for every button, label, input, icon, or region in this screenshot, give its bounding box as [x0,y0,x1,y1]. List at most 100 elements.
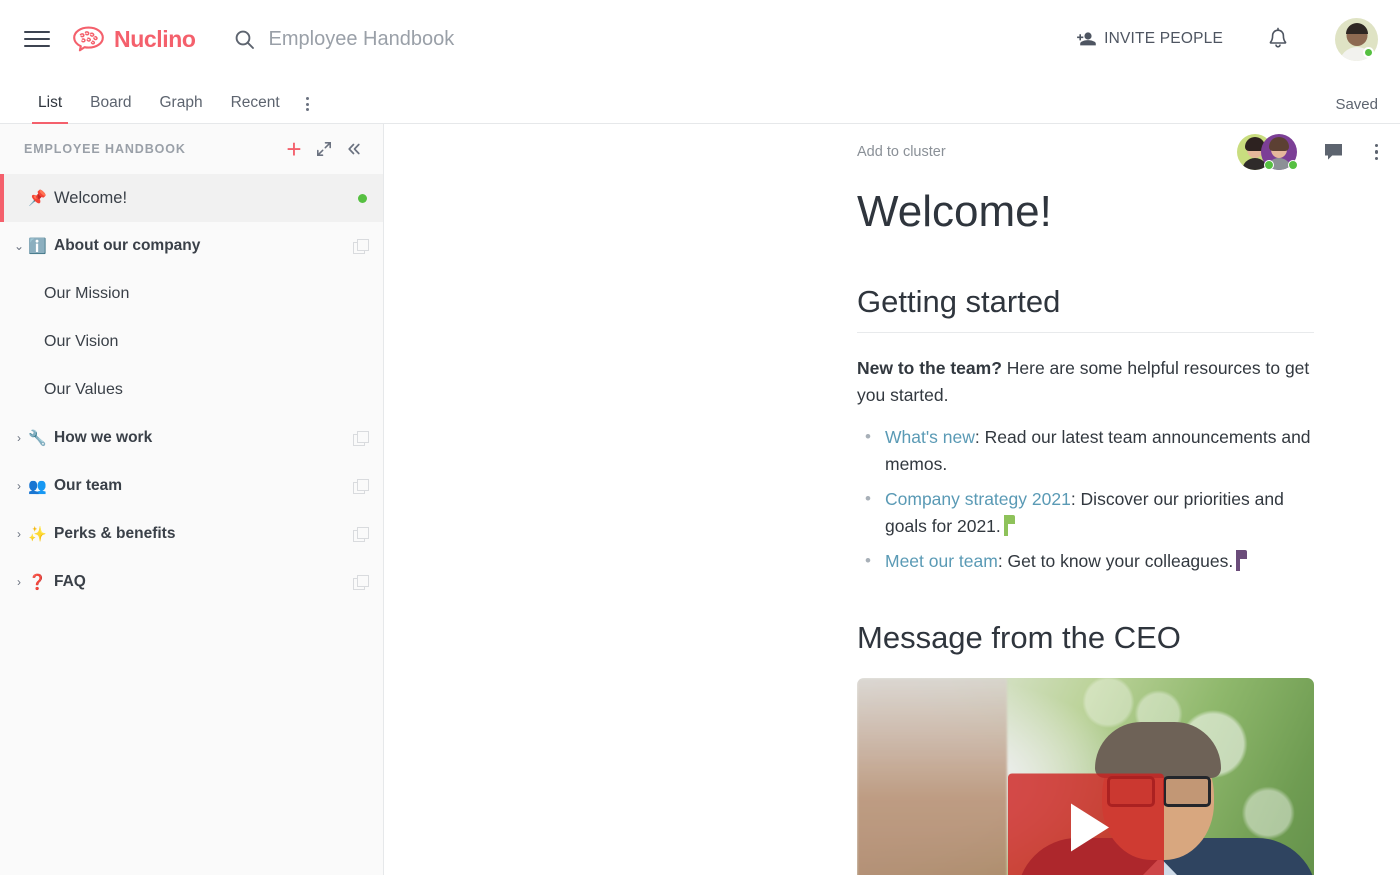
sidebar-item-our-vision[interactable]: Our Vision [0,318,383,366]
sidebar-item-label: Our Values [44,381,123,398]
tab-list: List Board Graph Recent [24,94,319,124]
document-more-kebab-icon[interactable] [1374,143,1378,161]
sidebar-header: EMPLOYEE HANDBOOK + [0,124,383,174]
chevron-right-icon[interactable]: › [10,575,28,589]
sidebar-item-label: FAQ [54,573,86,590]
copy-icon[interactable] [353,575,369,590]
tab-label: List [38,94,63,111]
sidebar-item-right [353,431,369,446]
information-icon: ℹ️ [28,238,47,255]
wrench-icon: 🔧 [28,430,47,447]
sidebar-item-label: Our team [54,477,123,494]
pushpin-icon: 📌 [28,190,47,207]
sidebar-item-label: Welcome! [54,188,128,207]
invite-people-label: INVITE PEOPLE [1104,30,1223,47]
link-whats-new[interactable]: What's new [885,427,975,447]
intro-paragraph: New to the team? Here are some helpful r… [857,355,1314,408]
hamburger-menu-icon[interactable] [24,26,50,52]
chevron-down-icon[interactable]: ⌄ [10,239,28,253]
sidebar-item-label: Our Vision [44,333,119,350]
sparkles-icon: ✨ [28,526,47,543]
collaborator-cursor-purple [1236,550,1248,572]
section-heading-getting-started: Getting started [857,284,1314,334]
sidebar: EMPLOYEE HANDBOOK + 📌 Welcome! ⌄ ℹ️ Abou… [0,124,384,875]
document-toolbar: Add to cluster [384,124,1400,180]
invite-people-button[interactable]: INVITE PEOPLE [1076,30,1223,48]
sidebar-item-right [353,527,369,542]
brain-logo-icon [72,26,106,52]
notification-bell-icon[interactable] [1267,27,1289,51]
sidebar-item-right [353,479,369,494]
add-item-plus-icon[interactable]: + [279,134,309,164]
search-input[interactable]: Employee Handbook [234,28,1077,51]
question-mark-icon: ❓ [28,574,47,591]
add-to-cluster-button[interactable]: Add to cluster [857,144,946,160]
document-pane: Add to cluster Welcome! Getting started … [384,124,1400,875]
section-heading-message-from-ceo: Message from the CEO [857,619,1181,655]
comment-icon[interactable] [1323,142,1345,162]
sidebar-workspace-title: EMPLOYEE HANDBOOK [24,142,186,156]
sidebar-item-label: Perks & benefits [54,525,176,542]
sidebar-item-right [353,239,369,254]
sidebar-item-label: Our Mission [44,285,130,302]
sidebar-item-right [353,575,369,590]
expand-icon[interactable] [309,134,339,164]
copy-icon[interactable] [353,479,369,494]
people-icon: 👥 [28,478,47,495]
list-item-text: : Get to know your colleagues. [997,551,1234,572]
brand-name: Nuclino [114,25,196,52]
save-status-label: Saved [1335,96,1378,113]
tab-more-kebab-icon[interactable] [294,97,319,123]
avatar-status-dot [1363,47,1374,58]
chevron-right-icon[interactable]: › [10,527,28,541]
chevron-right-icon[interactable]: › [10,431,28,445]
link-company-strategy-2021[interactable]: Company strategy 2021 [885,489,1071,509]
intro-bold-text: New to the team? [857,358,1002,379]
sidebar-item-our-team[interactable]: › 👥 Our team [0,462,383,510]
copy-icon[interactable] [353,239,369,254]
collapse-sidebar-icon[interactable] [339,134,369,164]
tab-recent-view[interactable]: Recent [217,94,294,123]
chevron-right-icon[interactable]: › [10,479,28,493]
tab-graph-view[interactable]: Graph [146,94,217,123]
play-button-icon[interactable] [1007,773,1164,875]
sidebar-item-right [358,193,367,203]
collaborator-cursor-green [1003,515,1015,537]
sidebar-item-faq[interactable]: › ❓ FAQ [0,558,383,606]
top-header-bar: Nuclino Employee Handbook INVITE PEOPLE [0,0,1400,78]
document-content: Welcome! Getting started New to the team… [384,187,1400,875]
collaborator-status-dot [1287,160,1298,170]
avatar-hair [1345,22,1368,34]
ceo-video-thumbnail[interactable] [857,677,1314,875]
link-meet-our-team[interactable]: Meet our team [885,551,998,571]
sidebar-item-how-we-work[interactable]: › 🔧 How we work [0,414,383,462]
sidebar-item-perks-and-benefits[interactable]: › ✨ Perks & benefits [0,510,383,558]
document-toolbar-right [1236,134,1378,170]
sidebar-item-welcome[interactable]: 📌 Welcome! [0,174,383,222]
sidebar-item-our-mission[interactable]: Our Mission [0,270,383,318]
tab-board-view[interactable]: Board [76,94,145,123]
page-title: Welcome! [857,187,1052,236]
collaborator-avatars [1236,134,1298,170]
sidebar-item-label: About our company [54,237,201,254]
list-item: Company strategy 2021: Discover our prio… [857,486,1314,540]
copy-icon[interactable] [353,527,369,542]
tab-label: Board [90,94,132,111]
tab-label: Recent [230,94,280,111]
collaborator-status-dot [1263,160,1274,170]
sidebar-item-label: How we work [54,429,153,446]
tab-label: Graph [159,94,203,111]
green-dot-icon [358,193,367,203]
search-icon [234,29,255,50]
list-item: What's new: Read our latest team announc… [857,424,1314,478]
video-person-hair [1095,721,1221,778]
copy-icon[interactable] [353,431,369,446]
search-value: Employee Handbook [268,27,455,50]
view-tab-bar: List Board Graph Recent Saved [0,78,1400,124]
brand-logo[interactable]: Nuclino [72,26,196,53]
sidebar-item-about-our-company[interactable]: ⌄ ℹ️ About our company [0,222,383,270]
tab-list-view[interactable]: List [24,94,76,124]
sidebar-item-our-values[interactable]: Our Values [0,366,383,414]
main-body: EMPLOYEE HANDBOOK + 📌 Welcome! ⌄ ℹ️ Abou… [0,124,1400,875]
resource-link-list: What's new: Read our latest team announc… [857,424,1314,576]
